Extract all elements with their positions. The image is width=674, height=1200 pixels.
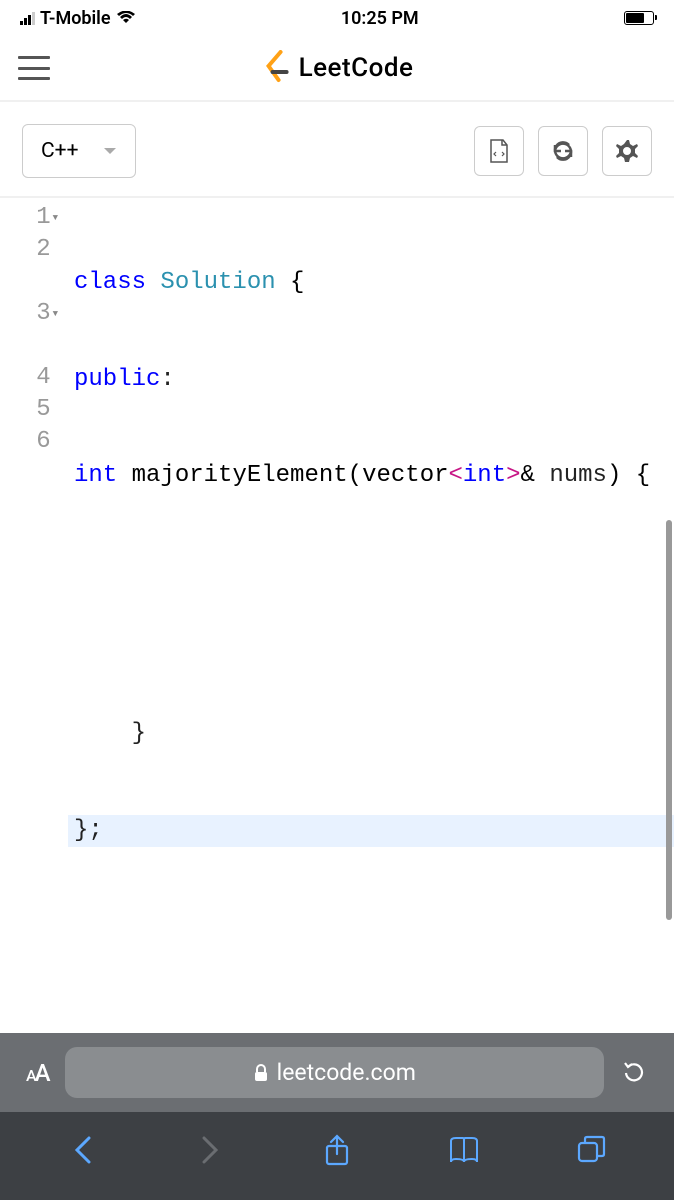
code-line[interactable]: int majorityElement(vector<int>& nums) {	[68, 460, 674, 556]
address-bar-row: AAAA leetcode.com	[0, 1033, 674, 1112]
share-icon	[324, 1134, 350, 1166]
line-number: 3▼	[0, 266, 68, 362]
line-number: 1▼	[0, 202, 68, 234]
browser-chrome: AAAA leetcode.com	[0, 1033, 674, 1200]
code-line[interactable]	[68, 621, 674, 653]
fold-arrow-icon[interactable]: ▼	[53, 212, 58, 224]
chevron-down-icon	[103, 147, 117, 155]
wifi-icon	[116, 11, 136, 25]
address-bar[interactable]: leetcode.com	[65, 1047, 604, 1098]
book-icon	[448, 1136, 480, 1164]
app-header: LeetCode	[0, 36, 674, 102]
fold-arrow-icon[interactable]: ▼	[53, 308, 58, 320]
line-number: 2▼	[0, 234, 68, 266]
status-bar: T-Mobile 10:25 PM	[0, 0, 674, 36]
line-number: 6▼	[0, 426, 68, 458]
chevron-left-icon	[74, 1135, 92, 1165]
leetcode-logo[interactable]: LeetCode	[261, 50, 414, 86]
back-button[interactable]	[63, 1130, 103, 1170]
code-editor[interactable]: 1▼ 2▼ 3▼ 4▼ 5▼ 6▼ class Solution { publi…	[0, 198, 674, 938]
code-content[interactable]: class Solution { public: int majorityEle…	[68, 202, 674, 938]
carrier-label: T-Mobile	[40, 8, 111, 29]
line-number: 4▼	[0, 362, 68, 394]
leetcode-logo-icon	[261, 50, 293, 86]
settings-button[interactable]	[602, 126, 652, 176]
file-code-icon	[488, 139, 510, 163]
editor-toolbar: C++	[0, 102, 674, 198]
status-time: 10:25 PM	[341, 8, 419, 29]
status-right	[624, 11, 654, 25]
bookmarks-button[interactable]	[444, 1130, 484, 1170]
code-line[interactable]: public:	[68, 364, 674, 396]
notes-button[interactable]	[474, 126, 524, 176]
line-number: 5▼	[0, 394, 68, 426]
browser-nav-row	[0, 1112, 674, 1200]
signal-bars-icon	[20, 11, 35, 25]
reset-button[interactable]	[538, 126, 588, 176]
chevron-right-icon	[201, 1135, 219, 1165]
hamburger-menu-icon[interactable]	[18, 56, 50, 80]
gear-icon	[615, 139, 639, 163]
tabs-button[interactable]	[571, 1130, 611, 1170]
status-left: T-Mobile	[20, 8, 136, 29]
url-text: leetcode.com	[277, 1059, 416, 1086]
code-line[interactable]: }	[68, 718, 674, 750]
tabs-icon	[576, 1135, 606, 1165]
toolbar-actions	[474, 126, 652, 176]
refresh-icon	[551, 139, 575, 163]
language-dropdown[interactable]: C++	[22, 124, 136, 178]
line-number-gutter: 1▼ 2▼ 3▼ 4▼ 5▼ 6▼	[0, 202, 68, 938]
code-line[interactable]: };	[68, 815, 674, 847]
scroll-indicator[interactable]	[666, 520, 672, 920]
lock-icon	[253, 1064, 269, 1082]
leetcode-logo-text: LeetCode	[299, 53, 414, 83]
share-button[interactable]	[317, 1130, 357, 1170]
forward-button[interactable]	[190, 1130, 230, 1170]
battery-icon	[624, 11, 654, 25]
reload-icon[interactable]	[620, 1059, 648, 1087]
text-size-button[interactable]: AAAA	[26, 1059, 49, 1087]
code-line[interactable]: class Solution {	[68, 267, 674, 299]
language-label: C++	[41, 139, 79, 163]
